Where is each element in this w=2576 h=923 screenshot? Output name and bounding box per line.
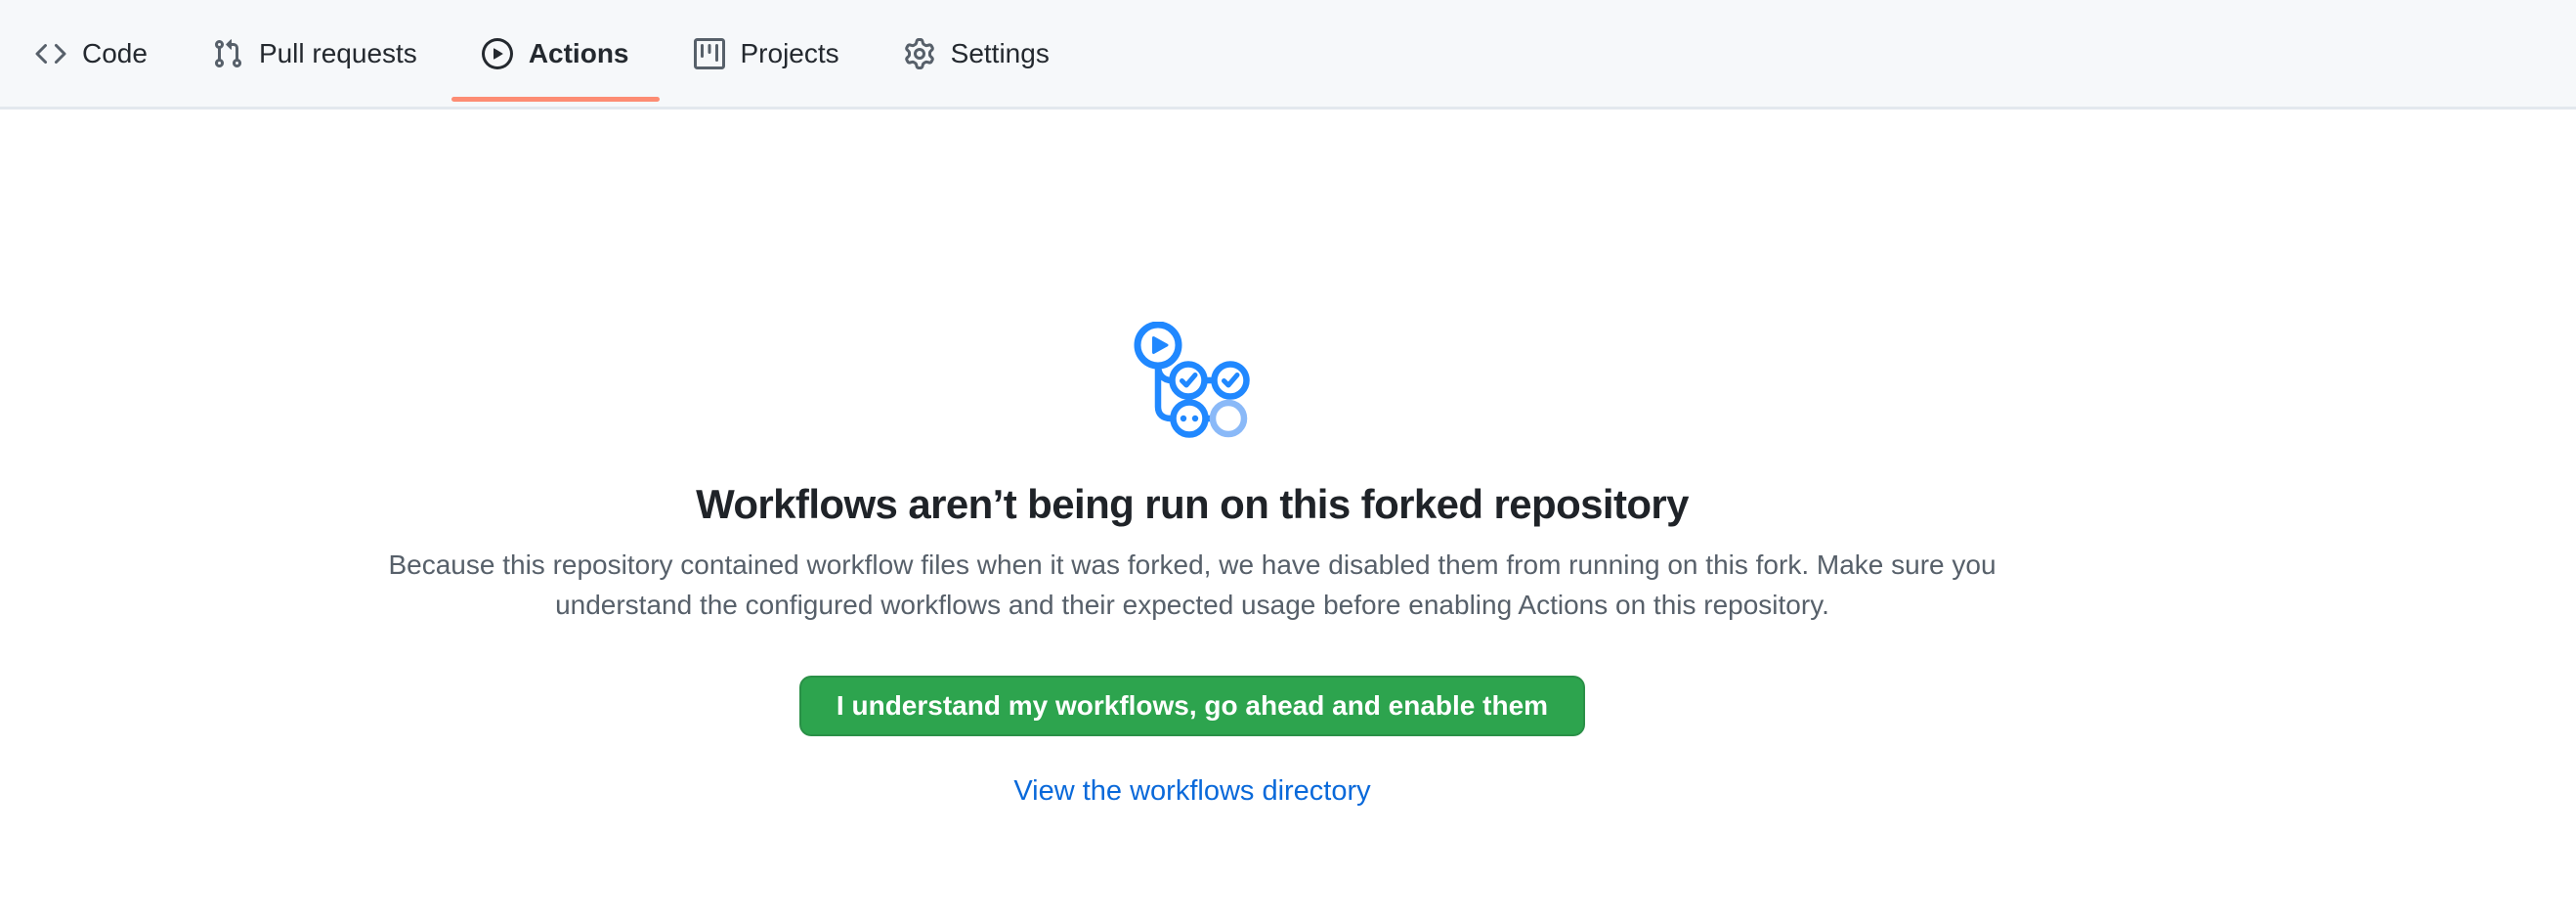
code-icon: [35, 38, 66, 69]
gear-icon: [904, 38, 935, 69]
tab-projects-label: Projects: [741, 40, 839, 67]
workflows-link-row: View the workflows directory: [0, 775, 2384, 808]
tab-code-label: Code: [82, 40, 148, 67]
tab-pull-requests-label: Pull requests: [259, 40, 417, 67]
tab-settings[interactable]: Settings: [872, 0, 1082, 107]
page-title: Workflows aren’t being run on this forke…: [0, 481, 2384, 528]
view-workflows-directory-link[interactable]: View the workflows directory: [1013, 775, 1370, 807]
actions-blankslate: Workflows aren’t being run on this forke…: [0, 110, 2384, 808]
workflow-icon: [1134, 322, 1251, 443]
enable-button-row: I understand my workflows, go ahead and …: [0, 625, 2384, 736]
enable-workflows-button[interactable]: I understand my workflows, go ahead and …: [799, 676, 1585, 736]
repo-tab-nav: Code Pull requests Actions Projects Sett…: [0, 0, 2576, 110]
blankslate-description: Because this repository contained workfl…: [371, 546, 2013, 625]
tab-pull-requests[interactable]: Pull requests: [180, 0, 450, 107]
tab-actions[interactable]: Actions: [450, 0, 662, 107]
pull-request-icon: [212, 38, 243, 69]
project-icon: [694, 38, 725, 69]
tab-actions-label: Actions: [529, 40, 629, 67]
play-circle-icon: [482, 38, 513, 69]
tab-code[interactable]: Code: [3, 0, 180, 107]
tab-projects[interactable]: Projects: [662, 0, 872, 107]
tab-settings-label: Settings: [951, 40, 1050, 67]
